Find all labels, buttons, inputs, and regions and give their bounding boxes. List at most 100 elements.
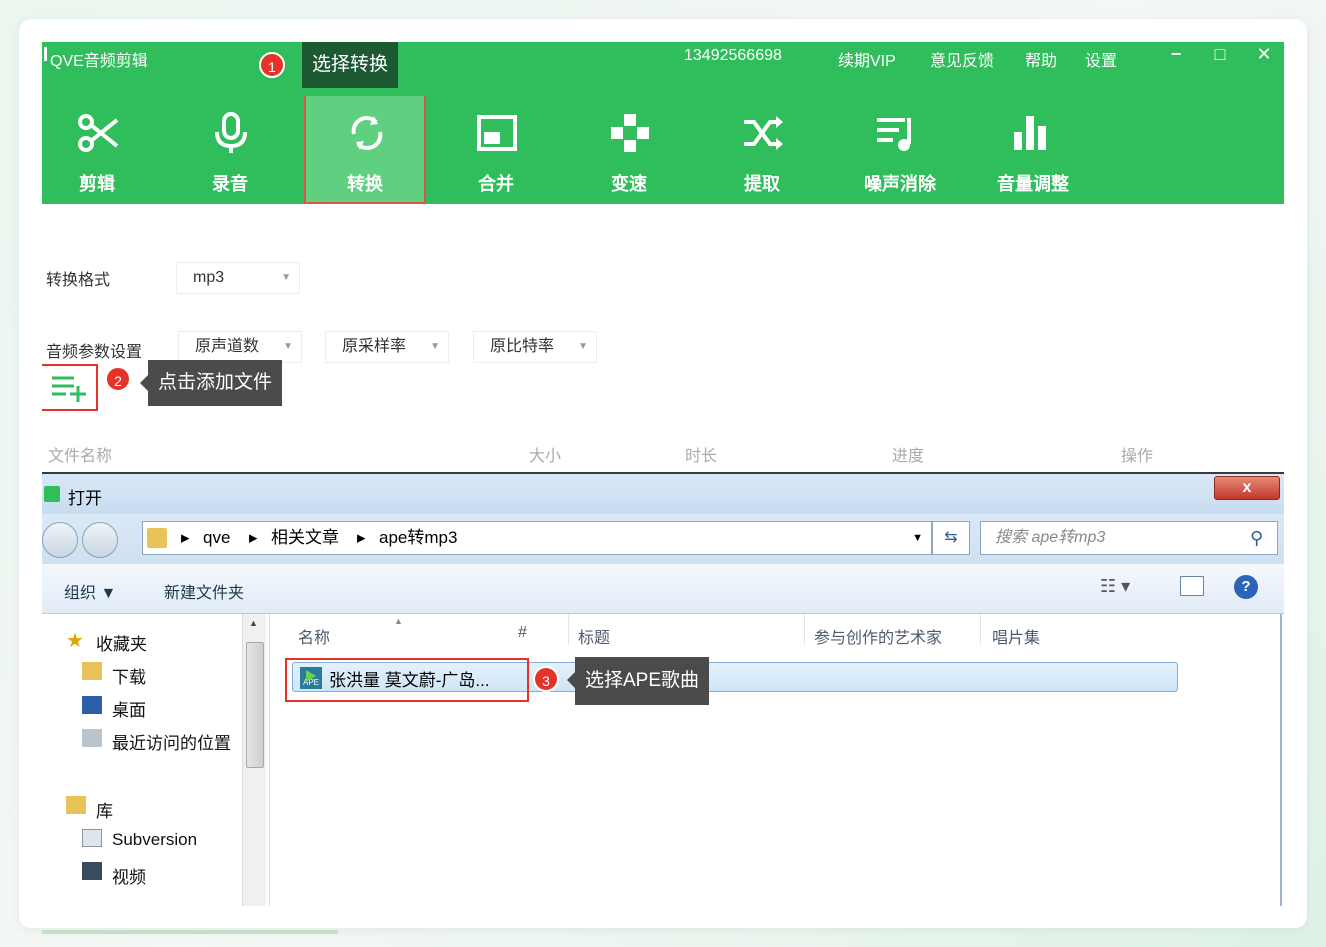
search-icon[interactable]: ⚲	[1250, 528, 1263, 549]
nav-subversion[interactable]: Subversion	[112, 830, 197, 850]
organize-button[interactable]: 组织 ▼	[64, 579, 116, 603]
nav-favorites[interactable]: 收藏夹	[96, 630, 147, 655]
tool-label: 剪辑	[79, 174, 115, 194]
dropdown-arrow-icon: ▼	[578, 341, 588, 352]
col-progress: 进度	[892, 448, 925, 465]
col-album[interactable]: 唱片集	[992, 624, 1040, 648]
preview-pane-icon[interactable]	[1180, 576, 1204, 596]
sample-rate-value: 原采样率	[342, 338, 407, 355]
channels-select[interactable]: 原声道数 ▼	[178, 331, 302, 363]
library-icon	[66, 796, 86, 814]
nav-recent[interactable]: 最近访问的位置	[112, 729, 231, 754]
nav-videos[interactable]: 视频	[112, 863, 146, 888]
col-number[interactable]: #	[518, 624, 527, 642]
breadcrumb-sep-icon: ▸	[357, 528, 366, 547]
recent-places-icon	[82, 729, 102, 747]
dropdown-arrow-icon: ▼	[281, 272, 291, 283]
app-header: QVE音频剪辑 13492566698 续期VIP 意见反馈 帮助 设置 − □…	[42, 42, 1284, 204]
forward-button[interactable]	[82, 522, 118, 558]
view-options-icon[interactable]: ☷ ▾	[1100, 576, 1130, 597]
open-file-dialog: 打开 x ▸ qve ▸ 相关文章 ▸ ape转mp3 ▼ ⇆ 搜索 ape转m…	[42, 472, 1284, 906]
new-folder-button[interactable]: 新建文件夹	[164, 579, 244, 603]
video-icon	[82, 862, 102, 880]
convert-icon	[351, 116, 383, 150]
tool-noise-removal[interactable]: 噪声消除	[840, 96, 960, 204]
content-card: QVE音频剪辑 13492566698 续期VIP 意见反馈 帮助 设置 − □…	[19, 19, 1307, 928]
tool-record[interactable]: 录音	[175, 96, 285, 204]
col-separator	[980, 614, 981, 644]
maximize-button[interactable]: □	[1210, 44, 1230, 65]
close-button[interactable]: ✕	[1254, 44, 1274, 65]
sample-rate-select[interactable]: 原采样率 ▼	[325, 331, 449, 363]
navigation-pane: ★ 收藏夹 下载 桌面 最近访问的位置 库 Subversion 视频	[42, 614, 270, 906]
refresh-icon[interactable]: ⇆	[932, 521, 970, 555]
col-filename: 文件名称	[48, 448, 113, 465]
nav-scrollbar[interactable]: ▲	[242, 614, 266, 906]
format-select[interactable]: mp3 ▼	[176, 262, 300, 294]
format-label: 转换格式	[46, 272, 111, 289]
address-bar[interactable]: ▸ qve ▸ 相关文章 ▸ ape转mp3 ▼	[142, 521, 932, 555]
col-actions: 操作	[1121, 448, 1154, 465]
menu-feedback[interactable]: 意见反馈	[930, 47, 994, 71]
tool-speed[interactable]: 变速	[574, 96, 684, 204]
format-value: mp3	[193, 269, 225, 286]
breadcrumb-sep-icon: ▸	[181, 528, 190, 547]
breadcrumb-articles[interactable]: 相关文章	[271, 522, 339, 554]
document-icon	[82, 829, 102, 847]
step-1-badge: 1	[259, 52, 285, 78]
col-name[interactable]: 名称	[298, 624, 330, 648]
channels-value: 原声道数	[195, 338, 260, 355]
col-size: 大小	[529, 448, 562, 465]
col-duration: 时长	[685, 448, 718, 465]
step-1-tooltip: 选择转换	[302, 42, 399, 88]
step-3-badge: 3	[533, 666, 559, 692]
menu-settings[interactable]: 设置	[1085, 47, 1117, 71]
folder-icon	[147, 528, 167, 548]
tool-label: 噪声消除	[864, 174, 936, 194]
download-folder-icon	[82, 662, 102, 680]
progress-decoration	[42, 930, 338, 934]
merge-icon	[477, 115, 517, 151]
tool-label: 音量调整	[997, 174, 1069, 194]
scroll-up-icon[interactable]: ▲	[249, 618, 258, 628]
menu-help[interactable]: 帮助	[1025, 47, 1057, 71]
bitrate-select[interactable]: 原比特率 ▼	[473, 331, 597, 363]
address-dropdown-icon[interactable]: ▼	[912, 522, 923, 554]
shuffle-icon	[744, 116, 783, 150]
add-file-button[interactable]	[42, 364, 98, 411]
col-artist[interactable]: 参与创作的艺术家	[814, 624, 942, 648]
scissors-icon	[78, 114, 119, 152]
tool-volume-adjust[interactable]: 音量调整	[973, 96, 1093, 204]
breadcrumb-sep-icon: ▸	[249, 528, 258, 547]
step-2-tooltip: 点击添加文件	[139, 360, 283, 406]
nav-downloads[interactable]: 下载	[112, 663, 146, 688]
menu-renew-vip[interactable]: 续期VIP	[838, 47, 896, 71]
desktop-icon	[82, 696, 102, 714]
tool-cut[interactable]: 剪辑	[42, 96, 152, 204]
minimize-button[interactable]: −	[1166, 44, 1186, 65]
col-title[interactable]: 标题	[578, 624, 610, 648]
tool-label: 变速	[611, 174, 647, 194]
microphone-icon	[215, 112, 247, 153]
app-title: QVE音频剪辑	[44, 47, 148, 71]
tool-label: 合并	[478, 174, 514, 194]
breadcrumb-ape-mp3[interactable]: ape转mp3	[379, 522, 457, 554]
col-separator	[568, 614, 569, 644]
command-bar: 组织 ▼ 新建文件夹 ☷ ▾ ?	[42, 564, 1284, 614]
dialog-title: 打开	[68, 489, 102, 508]
search-input[interactable]: 搜索 ape转mp3	[980, 521, 1278, 555]
tool-extract[interactable]: 提取	[707, 96, 817, 204]
back-button[interactable]	[42, 522, 78, 558]
tool-merge[interactable]: 合并	[441, 96, 551, 204]
breadcrumb-qve[interactable]: qve	[203, 522, 230, 554]
nav-desktop[interactable]: 桌面	[112, 696, 146, 721]
tool-convert[interactable]: 转换	[304, 96, 426, 204]
help-icon[interactable]: ?	[1234, 575, 1258, 599]
scroll-thumb[interactable]	[246, 642, 264, 768]
music-note-icon	[44, 486, 60, 502]
add-list-icon	[52, 376, 86, 402]
tool-label: 录音	[212, 174, 248, 194]
nav-library[interactable]: 库	[96, 797, 113, 822]
dropdown-arrow-icon: ▼	[283, 341, 293, 352]
dialog-close-button[interactable]: x	[1214, 476, 1280, 500]
